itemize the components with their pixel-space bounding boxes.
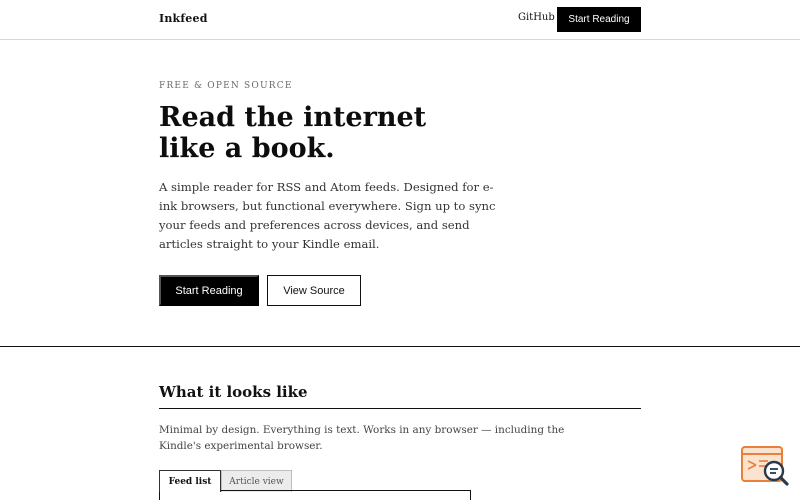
page: Inkfeed GitHub Start Reading FREE & OPEN… [0,0,800,500]
hero-title: Read the internet like a book. [159,102,479,164]
hero-description: A simple reader for RSS and Atom feeds. … [159,180,496,251]
section-title: What it looks like [159,383,308,401]
section-description: Minimal by design. Everything is text. W… [159,424,565,452]
tab-article-view[interactable]: Article view [221,470,292,492]
view-source-button[interactable]: View Source [267,275,361,306]
document-search-icon[interactable] [740,445,790,487]
top-nav: Inkfeed GitHub Start Reading [0,0,800,40]
hero-eyebrow: FREE & OPEN SOURCE [159,81,293,91]
section-divider [0,346,800,347]
github-link[interactable]: GitHub [518,12,555,23]
tab-feed-list[interactable]: Feed list [159,470,221,492]
brand-logo[interactable]: Inkfeed [159,12,208,25]
hero-title-line-1: Read the internet [159,102,427,133]
hero-title-line-2: like a book. [159,133,335,164]
section-title-underline [159,408,641,409]
nav-start-reading-button[interactable]: Start Reading [557,7,641,32]
start-reading-button[interactable]: Start Reading [159,275,259,306]
